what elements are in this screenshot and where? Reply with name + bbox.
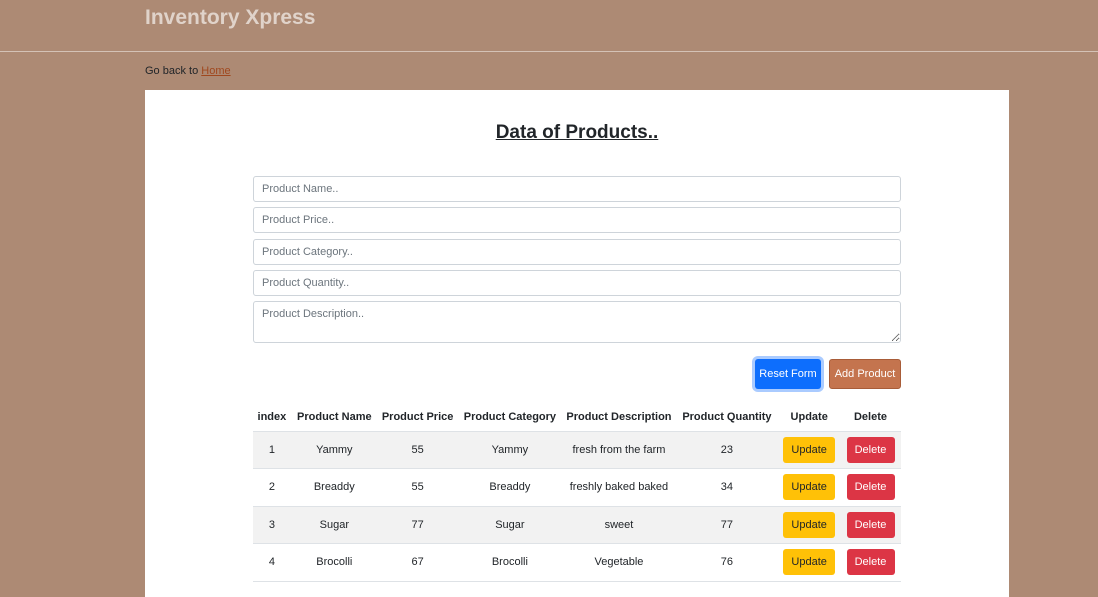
cell-description: Vegetable — [562, 543, 676, 582]
cell-delete: Delete — [840, 431, 901, 469]
home-link[interactable]: Home — [201, 65, 230, 77]
column-header-quantity: Product Quantity — [675, 404, 779, 432]
update-button[interactable]: Update — [783, 474, 836, 501]
cell-name: Breaddy — [290, 468, 378, 507]
cell-price: 55 — [377, 431, 458, 469]
delete-button[interactable]: Delete — [846, 474, 895, 501]
cell-category: Brocolli — [457, 543, 563, 582]
delete-button[interactable]: Delete — [846, 511, 895, 538]
cell-category: Breaddy — [457, 468, 563, 507]
product-quantity-input[interactable] — [253, 270, 901, 296]
brand-title[interactable]: Inventory Xpress — [145, 6, 315, 30]
cell-description: sweet — [562, 506, 676, 544]
cell-update: Update — [778, 506, 840, 544]
cell-delete: Delete — [840, 468, 901, 507]
cell-update: Update — [778, 431, 840, 469]
column-header-update: Update — [778, 404, 840, 432]
column-header-index: index — [253, 404, 291, 432]
product-category-input[interactable] — [253, 239, 901, 265]
cell-price: 67 — [377, 543, 458, 582]
table-row: 2 Breaddy 55 Breaddy freshly baked baked… — [253, 468, 901, 507]
add-product-button[interactable]: Add Product — [829, 359, 901, 389]
cell-quantity: 77 — [675, 506, 779, 544]
cell-quantity: 34 — [675, 468, 779, 507]
cell-quantity: 23 — [675, 431, 779, 469]
delete-button[interactable]: Delete — [846, 436, 895, 463]
navbar: Inventory Xpress — [0, 0, 1098, 52]
cell-delete: Delete — [840, 506, 901, 544]
cell-category: Yammy — [457, 431, 563, 469]
table-row: 3 Sugar 77 Sugar sweet 77 Update Delete — [253, 506, 901, 544]
page-title: Data of Products.. — [495, 122, 659, 143]
update-button[interactable]: Update — [783, 436, 836, 463]
cell-name: Sugar — [290, 506, 378, 544]
cell-name: Brocolli — [290, 543, 378, 582]
cell-category: Sugar — [457, 506, 563, 544]
cell-index: 3 — [253, 506, 291, 544]
cell-name: Yammy — [290, 431, 378, 469]
cell-price: 55 — [377, 468, 458, 507]
column-header-price: Product Price — [377, 404, 458, 432]
products-card: Data of Products.. Reset Form Add Produc… — [145, 90, 1009, 597]
cell-update: Update — [778, 468, 840, 507]
products-table: index Product Name Product Price Product… — [253, 404, 901, 582]
cell-index: 2 — [253, 468, 291, 507]
cell-delete: Delete — [840, 543, 901, 582]
column-header-name: Product Name — [290, 404, 378, 432]
column-header-delete: Delete — [840, 404, 901, 432]
update-button[interactable]: Update — [783, 511, 836, 538]
cell-description: freshly baked baked — [562, 468, 676, 507]
go-back-text: Go back to — [145, 65, 202, 77]
update-button[interactable]: Update — [783, 549, 836, 576]
delete-button[interactable]: Delete — [846, 549, 895, 576]
reset-form-button[interactable]: Reset Form — [755, 359, 821, 389]
table-row: 1 Yammy 55 Yammy fresh from the farm 23 … — [253, 431, 901, 469]
column-header-category: Product Category — [457, 404, 563, 432]
cell-description: fresh from the farm — [562, 431, 676, 469]
column-header-description: Product Description — [562, 404, 676, 432]
cell-index: 4 — [253, 543, 291, 582]
cell-index: 1 — [253, 431, 291, 469]
table-row: 4 Brocolli 67 Brocolli Vegetable 76 Upda… — [253, 543, 901, 582]
table-header-row: index Product Name Product Price Product… — [253, 404, 901, 432]
product-description-input[interactable] — [253, 301, 901, 343]
cell-update: Update — [778, 543, 840, 582]
product-price-input[interactable] — [253, 207, 901, 233]
cell-price: 77 — [377, 506, 458, 544]
go-back-line: Go back to Home — [145, 65, 231, 77]
cell-quantity: 76 — [675, 543, 779, 582]
product-name-input[interactable] — [253, 176, 901, 202]
